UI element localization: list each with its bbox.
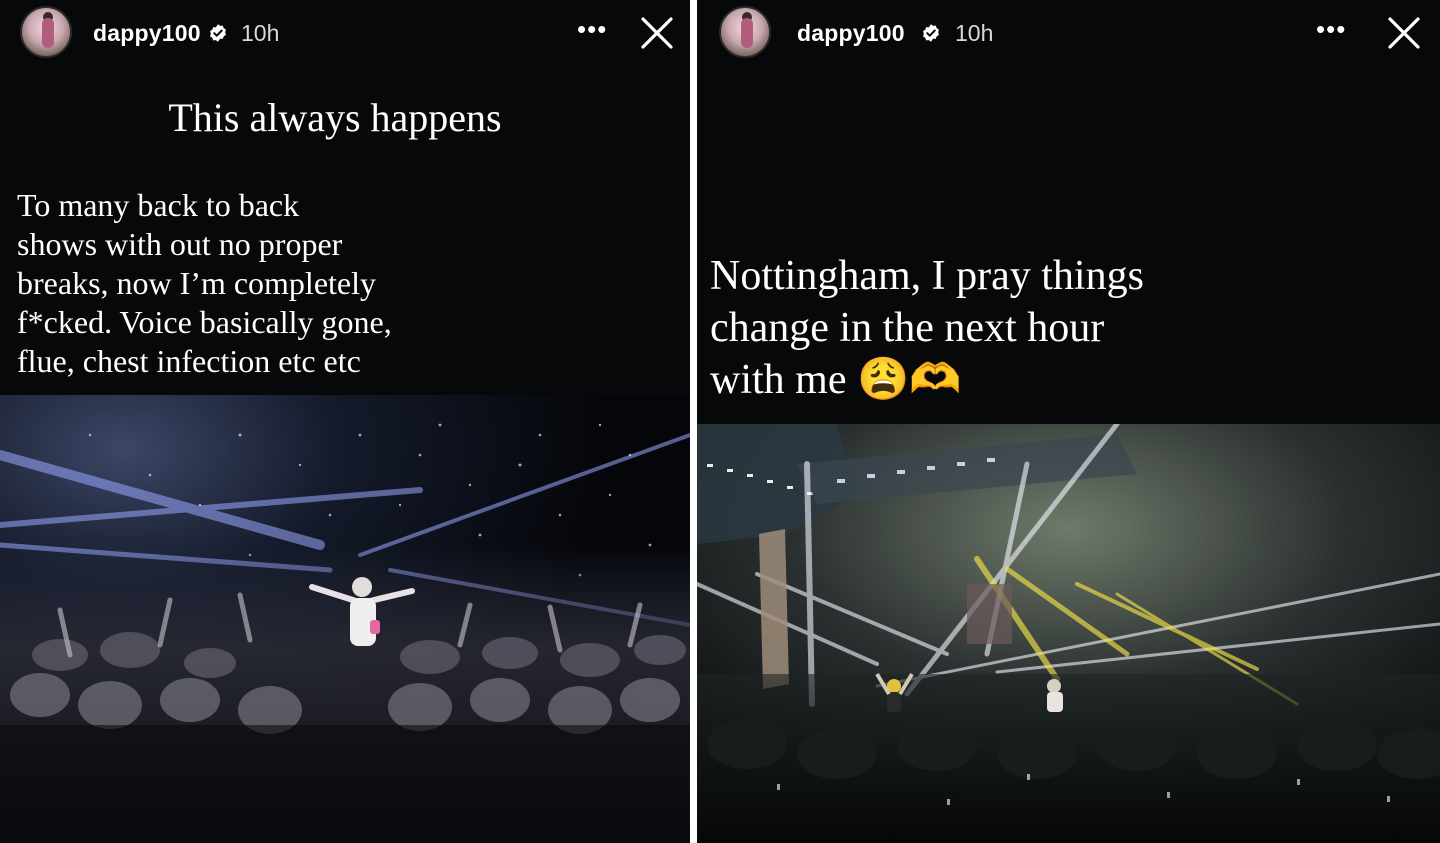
caption-line: f*cked. Voice basically gone, <box>17 304 392 340</box>
caption-line: change in the next hour <box>710 305 1105 351</box>
username[interactable]: dappy100 <box>93 20 201 47</box>
avatar-figure-body <box>741 18 753 48</box>
caption-line: breaks, now I’m completely <box>17 265 376 301</box>
post-time: 10h <box>241 20 280 46</box>
avatar[interactable] <box>20 6 72 58</box>
close-icon[interactable] <box>1387 16 1421 50</box>
story-caption: To many back to back shows with out no p… <box>17 186 392 381</box>
caption-line: flue, chest infection etc etc <box>17 343 361 379</box>
verified-badge-icon <box>923 24 939 42</box>
story-panel-left[interactable]: dappy100 10h ••• This always happens To … <box>0 0 690 843</box>
concert-crowd-image <box>0 395 690 843</box>
story-header: dappy100 10h ••• <box>697 0 1440 68</box>
concert-photo-left <box>0 395 690 843</box>
concert-stage-image <box>697 424 1440 843</box>
story-panel-right[interactable]: dappy100 10h ••• Nottingham, I pray thin… <box>697 0 1440 843</box>
story-title: This always happens <box>168 95 502 140</box>
verified-badge-icon <box>210 24 226 42</box>
concert-photo-right <box>697 424 1440 843</box>
caption-line: shows with out no proper <box>17 226 343 262</box>
avatar-figure-body <box>42 18 54 48</box>
more-options-icon[interactable]: ••• <box>1316 14 1346 45</box>
story-caption: Nottingham, I pray things change in the … <box>710 250 1144 406</box>
close-icon[interactable] <box>640 16 674 50</box>
story-header: dappy100 10h ••• <box>0 0 690 68</box>
avatar[interactable] <box>719 6 771 58</box>
caption-line: with me 😩🫶 <box>710 357 962 403</box>
caption-line: Nottingham, I pray things <box>710 253 1144 299</box>
more-options-icon[interactable]: ••• <box>577 14 607 45</box>
username[interactable]: dappy100 <box>797 20 905 47</box>
caption-line: To many back to back <box>17 187 300 223</box>
panel-divider <box>690 0 697 843</box>
post-time: 10h <box>955 20 994 46</box>
